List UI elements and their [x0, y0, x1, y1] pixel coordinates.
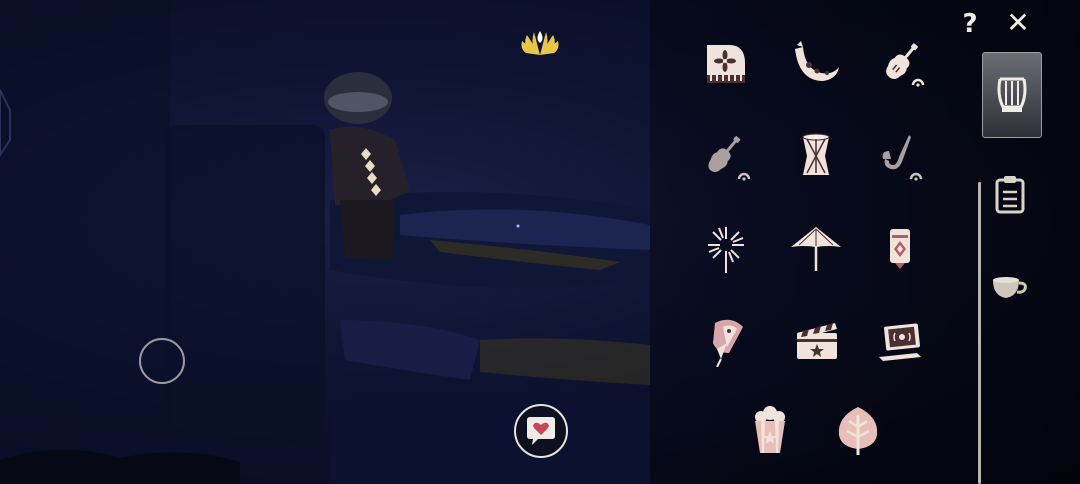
lyre-icon — [997, 77, 1027, 112]
saxophone-icon — [882, 135, 923, 181]
wing-fan-icon — [521, 31, 559, 55]
item-umbrella[interactable] — [784, 216, 848, 280]
clapperboard-icon — [797, 323, 837, 359]
item-firework[interactable] — [694, 216, 758, 280]
tab-instruments[interactable] — [982, 52, 1042, 138]
item-violin[interactable] — [868, 32, 932, 96]
violin-icon — [886, 43, 925, 87]
scrollbar[interactable] — [978, 182, 981, 484]
piano-icon — [707, 45, 745, 83]
tab-props[interactable] — [988, 170, 1032, 216]
tab-consumables[interactable] — [986, 268, 1032, 306]
clipboard-icon — [995, 176, 1025, 214]
teacup-icon — [993, 277, 1027, 298]
item-lantern[interactable] — [868, 216, 932, 280]
item-crescent-horn[interactable] — [784, 32, 848, 96]
lantern-icon — [890, 229, 910, 269]
item-laptop[interactable] — [868, 308, 932, 372]
cello-icon — [708, 136, 751, 181]
item-fan-pen[interactable] — [694, 308, 758, 372]
game-screen: ? ✕ — [0, 0, 1080, 484]
leaf-icon — [838, 407, 878, 455]
item-popcorn[interactable] — [738, 398, 802, 462]
laptop-icon — [879, 323, 921, 361]
popcorn-icon — [755, 406, 785, 453]
item-cello[interactable] — [694, 124, 758, 188]
move-joystick[interactable] — [139, 338, 185, 384]
emote-button[interactable] — [514, 404, 568, 458]
close-button[interactable]: ✕ — [1002, 6, 1034, 40]
help-button[interactable]: ? — [956, 8, 984, 40]
fan-pen-icon — [713, 319, 743, 367]
heart-chat-icon — [527, 417, 555, 445]
drum-icon — [802, 133, 830, 175]
item-saxophone[interactable] — [868, 124, 932, 188]
item-clapperboard[interactable] — [784, 308, 848, 372]
crescent-horn-icon — [795, 41, 839, 81]
item-piano[interactable] — [694, 32, 758, 96]
firework-icon — [708, 227, 744, 273]
umbrella-icon — [791, 227, 841, 271]
item-leaf[interactable] — [826, 398, 890, 462]
item-drum[interactable] — [784, 124, 848, 188]
